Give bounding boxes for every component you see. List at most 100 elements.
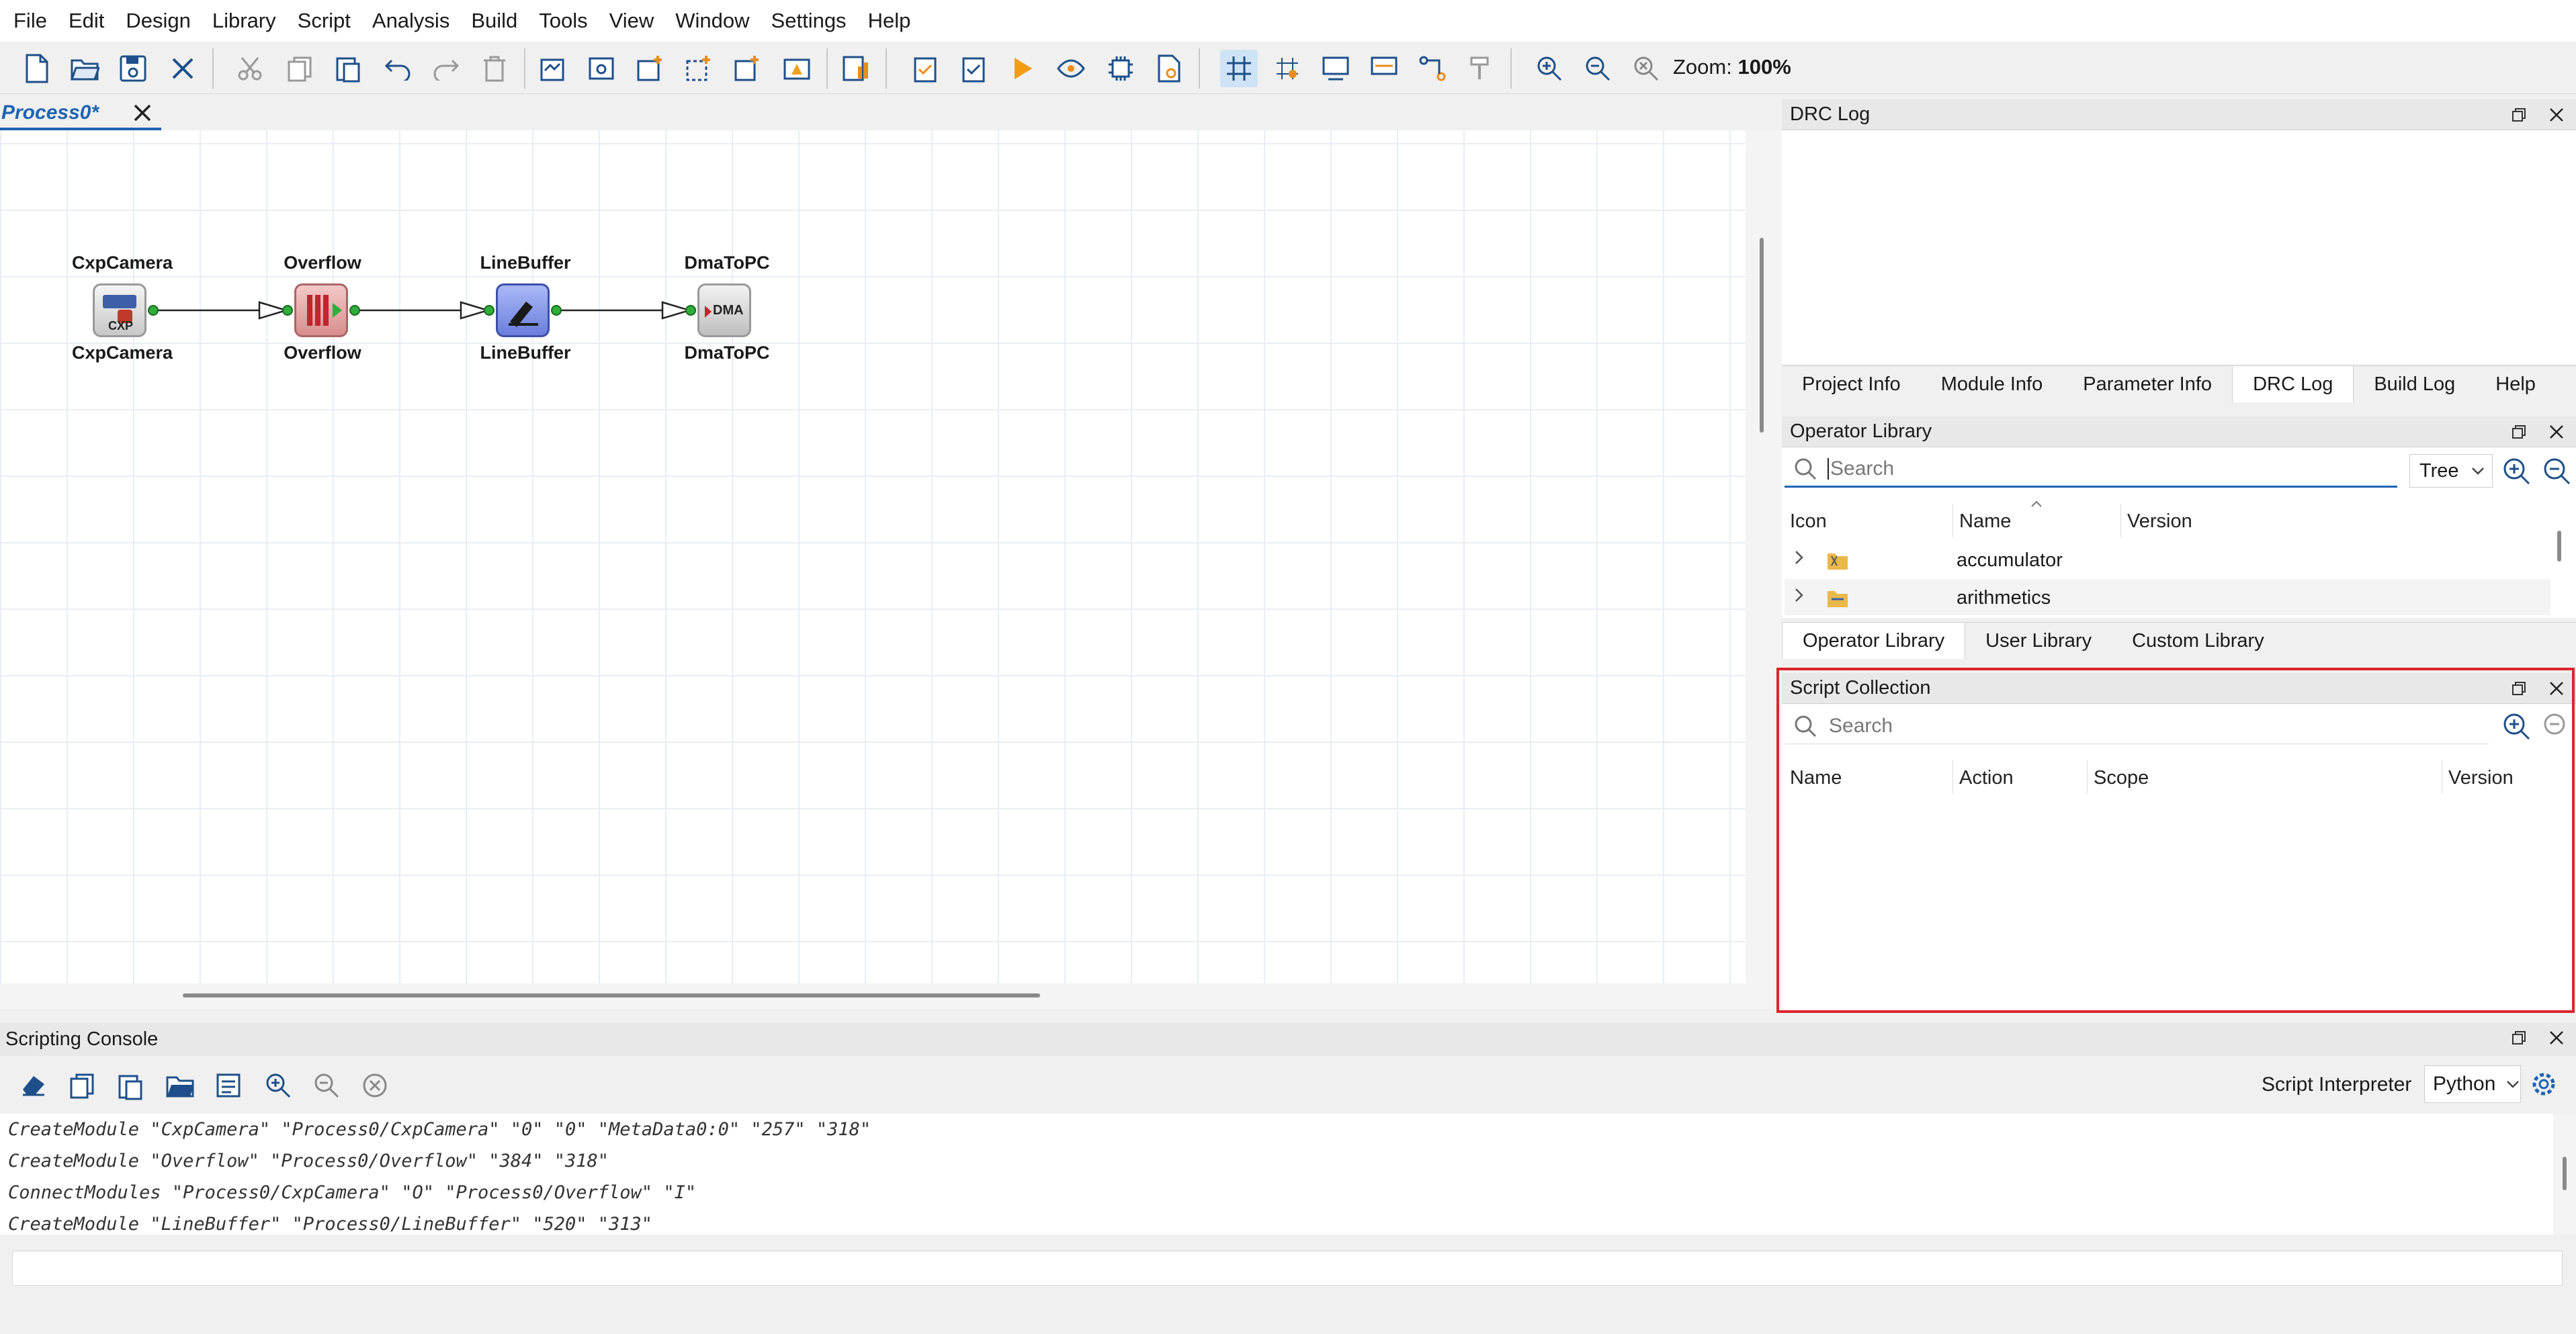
snap-icon[interactable] <box>1269 50 1306 87</box>
menu-design[interactable]: Design <box>115 0 202 42</box>
output-port[interactable] <box>148 305 159 316</box>
input-port[interactable] <box>282 305 293 316</box>
zoom-reset-icon[interactable] <box>361 1072 388 1099</box>
zoom-out-icon[interactable] <box>313 1072 340 1099</box>
connect-icon[interactable] <box>1365 50 1403 87</box>
column-header-version[interactable]: Version <box>2127 510 2192 533</box>
menu-build[interactable]: Build <box>460 0 528 42</box>
menu-script[interactable]: Script <box>287 0 361 42</box>
gear-icon[interactable] <box>2530 1071 2557 1098</box>
column-header-scope[interactable]: Scope <box>2094 767 2149 789</box>
tab-process0[interactable]: Process0* <box>0 98 161 130</box>
canvas-horizontal-scrollbar[interactable] <box>0 983 1782 1009</box>
chevron-right-icon[interactable] <box>1794 549 1805 566</box>
scroll-thumb[interactable] <box>2563 1157 2567 1190</box>
operator-search-input[interactable]: Search <box>1785 451 2397 488</box>
column-header-name[interactable]: Name <box>1790 767 1842 789</box>
library-scroll-thumb[interactable] <box>2557 531 2561 562</box>
view-mode-select[interactable]: Tree <box>2409 454 2493 488</box>
tree-row[interactable]: accumulator <box>1785 541 2550 578</box>
copy-icon[interactable] <box>69 1072 95 1099</box>
debug-icon[interactable] <box>1052 50 1090 87</box>
tab-drc-log[interactable]: DRC Log <box>2232 365 2354 402</box>
zoom-out-icon[interactable] <box>2542 712 2569 742</box>
undo-icon[interactable] <box>379 50 417 87</box>
column-header-action[interactable]: Action <box>1959 767 2014 789</box>
add-box-icon[interactable] <box>728 50 766 87</box>
menu-file[interactable]: File <box>3 0 58 42</box>
zoom-in-icon[interactable] <box>265 1072 292 1099</box>
zoom-in-icon[interactable] <box>2502 712 2532 742</box>
tree-row[interactable]: arithmetics <box>1785 579 2550 615</box>
menu-view[interactable]: View <box>599 0 665 42</box>
close-icon[interactable] <box>2545 103 2568 126</box>
warning-icon[interactable] <box>778 50 816 87</box>
close-icon[interactable] <box>2545 420 2568 443</box>
tab-operator-library[interactable]: Operator Library <box>1782 622 1966 659</box>
save-icon[interactable] <box>114 50 152 87</box>
tab-parameter-info[interactable]: Parameter Info <box>2063 366 2232 402</box>
interpreter-select[interactable]: Python <box>2424 1065 2521 1103</box>
script-file-icon[interactable] <box>215 1072 242 1099</box>
restore-icon[interactable] <box>2507 1026 2530 1049</box>
diagram-canvas[interactable]: CxpCamera CXP CxpCamera Overflow Overflo… <box>0 130 1746 983</box>
console-command-input[interactable] <box>12 1251 2563 1286</box>
menu-library[interactable]: Library <box>202 0 287 42</box>
canvas-vertical-scrollbar[interactable] <box>1746 130 1782 983</box>
column-header-icon[interactable]: Icon <box>1790 510 1827 533</box>
input-port[interactable] <box>484 305 495 316</box>
menu-tools[interactable]: Tools <box>528 0 598 42</box>
restore-icon[interactable] <box>2507 677 2530 700</box>
clipboard-check-icon[interactable] <box>907 50 945 87</box>
tab-custom-library[interactable]: Custom Library <box>2112 623 2284 659</box>
format-brush-icon[interactable] <box>1462 50 1500 87</box>
collapse-all-icon[interactable] <box>2542 457 2572 486</box>
copy-icon[interactable] <box>281 50 318 87</box>
column-header-name[interactable]: Name <box>1959 510 2011 533</box>
menu-settings[interactable]: Settings <box>761 0 857 42</box>
new-file-icon[interactable] <box>17 50 55 87</box>
add-module-icon[interactable] <box>535 50 572 87</box>
close-icon[interactable] <box>2545 1026 2568 1049</box>
delete-icon[interactable] <box>476 50 513 87</box>
redo-icon[interactable] <box>427 50 465 87</box>
menu-help[interactable]: Help <box>857 0 922 42</box>
chevron-right-icon[interactable] <box>1794 587 1805 603</box>
route-icon[interactable] <box>1414 50 1451 87</box>
camera-icon[interactable]: CXP <box>93 283 146 337</box>
open-folder-icon[interactable] <box>165 1072 195 1099</box>
run-icon[interactable] <box>1004 50 1041 87</box>
clipboard-verify-icon[interactable] <box>955 50 993 87</box>
tab-user-library[interactable]: User Library <box>1965 623 2112 659</box>
close-icon[interactable] <box>164 50 202 87</box>
eraser-icon[interactable] <box>20 1072 47 1098</box>
zoom-reset-icon[interactable] <box>1627 50 1665 87</box>
overflow-icon[interactable] <box>294 283 348 337</box>
open-folder-icon[interactable] <box>66 50 103 87</box>
scroll-thumb[interactable] <box>1760 238 1764 433</box>
new-window-icon[interactable] <box>632 50 669 87</box>
scroll-thumb[interactable] <box>183 993 1040 997</box>
paste-icon[interactable] <box>117 1072 144 1100</box>
input-port[interactable] <box>685 305 696 316</box>
dma-icon[interactable]: DMA <box>697 283 751 337</box>
expand-all-icon[interactable] <box>2502 457 2532 486</box>
tab-project-info[interactable]: Project Info <box>1782 366 1921 402</box>
menu-edit[interactable]: Edit <box>58 0 115 42</box>
output-port[interactable] <box>551 305 562 316</box>
layout-icon[interactable] <box>1317 50 1355 87</box>
zoom-out-icon[interactable] <box>1579 50 1617 87</box>
column-header-version[interactable]: Version <box>2448 767 2514 789</box>
preview-icon[interactable] <box>583 50 621 87</box>
output-port[interactable] <box>349 305 360 316</box>
grid-icon[interactable] <box>1220 50 1258 87</box>
tab-module-info[interactable]: Module Info <box>1921 366 2063 402</box>
menu-window[interactable]: Window <box>664 0 760 42</box>
restore-icon[interactable] <box>2507 420 2530 443</box>
tab-close-icon[interactable] <box>132 102 153 124</box>
linebuffer-icon[interactable] <box>496 283 550 337</box>
build-file-icon[interactable] <box>1150 50 1188 87</box>
chip-icon[interactable] <box>1102 50 1140 87</box>
report-icon[interactable] <box>837 50 875 87</box>
console-output[interactable]: CreateModule "CxpCamera" "Process0/CxpCa… <box>0 1114 2553 1235</box>
